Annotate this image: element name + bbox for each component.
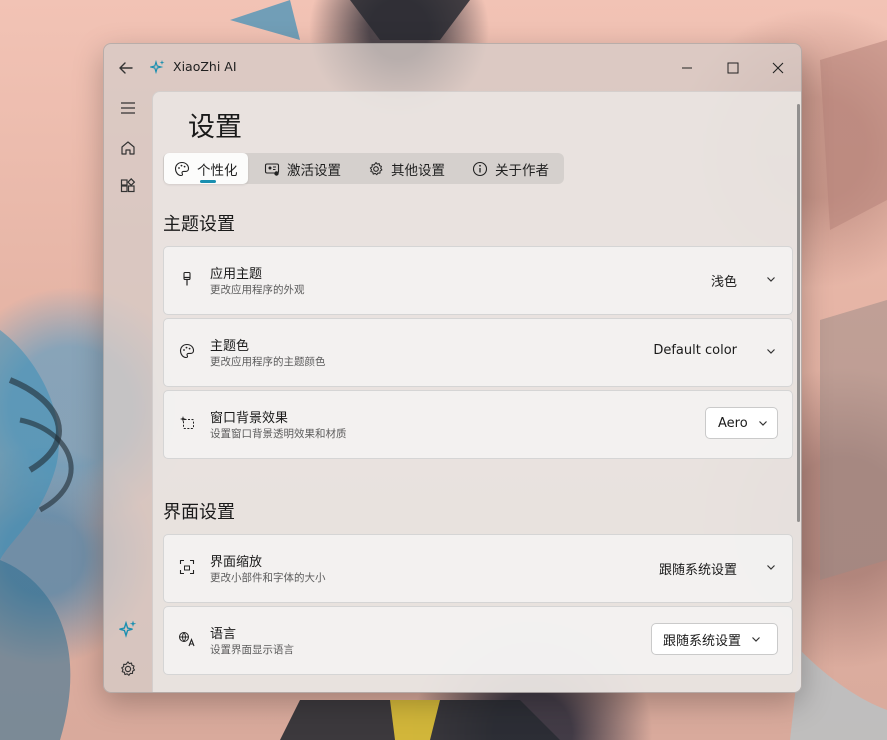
setting-title: 主题色 xyxy=(210,339,250,354)
ui-section-title: 界面设置 xyxy=(163,502,235,523)
home-icon xyxy=(121,141,135,155)
back-button[interactable] xyxy=(116,58,136,78)
theme-section-title: 主题设置 xyxy=(163,214,235,235)
tab-personalization[interactable]: 个性化 xyxy=(164,153,248,184)
hamburger-menu-icon xyxy=(121,102,135,114)
chevron-down-icon xyxy=(758,421,767,426)
chevron-down-icon xyxy=(767,565,775,570)
palette-icon xyxy=(173,160,191,178)
app-window: XiaoZhi AI 设置 个性化 激活设置 其他设置 关于作者 主题设置 应用… xyxy=(103,43,802,693)
language-setting: 语言 设置界面显示语言 跟随系统设置 xyxy=(163,606,793,675)
title-bar: XiaoZhi AI xyxy=(104,44,801,90)
tab-selected-indicator xyxy=(200,180,216,183)
tab-other-settings[interactable]: 其他设置 xyxy=(367,153,445,184)
window-background-effect-setting: 窗口背景效果 设置窗口背景透明效果和材质 Aero xyxy=(163,390,793,459)
background-effect-icon xyxy=(178,414,196,432)
navigation-pane xyxy=(104,90,152,690)
background-effect-dropdown[interactable]: Aero xyxy=(705,407,778,439)
minimize-button[interactable] xyxy=(664,52,710,84)
setting-description: 更改应用程序的外观 xyxy=(210,284,305,296)
nav-item-home[interactable] xyxy=(113,133,143,163)
arrow-left-icon xyxy=(119,62,133,74)
tab-about-author[interactable]: 关于作者 xyxy=(471,153,549,184)
setting-description: 更改应用程序的主题颜色 xyxy=(210,356,326,368)
setting-description: 设置窗口背景透明效果和材质 xyxy=(210,428,347,440)
nav-item-ai[interactable] xyxy=(113,614,143,644)
theme-color-setting[interactable]: 主题色 更改应用程序的主题颜色 Default color xyxy=(163,318,793,387)
settings-page: 设置 个性化 激活设置 其他设置 关于作者 主题设置 应用主题 更改应用程序的外… xyxy=(152,91,801,692)
maximize-icon xyxy=(727,62,739,74)
language-dropdown[interactable]: 跟随系统设置 xyxy=(651,623,778,655)
tab-label: 其他设置 xyxy=(391,162,445,179)
language-icon xyxy=(178,630,196,648)
settings-tab-bar: 个性化 激活设置 其他设置 关于作者 xyxy=(163,153,564,184)
chevron-down-icon xyxy=(767,277,775,282)
brush-icon xyxy=(178,270,196,288)
minimize-icon xyxy=(682,67,692,69)
app-theme-setting[interactable]: 应用主题 更改应用程序的外观 浅色 xyxy=(163,246,793,315)
setting-title: 语言 xyxy=(210,627,237,642)
ui-scale-setting[interactable]: 界面缩放 更改小部件和字体的大小 跟随系统设置 xyxy=(163,534,793,603)
gear-icon xyxy=(367,160,385,178)
tab-label: 个性化 xyxy=(197,162,238,179)
dropdown-value: 跟随系统设置 xyxy=(663,633,742,649)
sparkle-icon xyxy=(148,59,166,75)
apps-grid-icon xyxy=(120,178,136,193)
settings-gear-icon xyxy=(121,661,136,676)
palette-icon xyxy=(178,342,196,360)
tab-label: 激活设置 xyxy=(287,162,341,179)
ui-scale-value: 跟随系统设置 xyxy=(658,563,737,578)
tab-activation[interactable]: 激活设置 xyxy=(263,153,341,184)
tab-label: 关于作者 xyxy=(495,162,549,179)
chevron-down-icon xyxy=(752,637,760,642)
chevron-down-icon xyxy=(767,349,775,354)
nav-menu-toggle[interactable] xyxy=(113,93,143,123)
setting-title: 应用主题 xyxy=(210,267,263,282)
sparkle-icon xyxy=(119,620,137,638)
info-icon xyxy=(471,160,489,178)
setting-title: 界面缩放 xyxy=(210,555,263,570)
maximize-button[interactable] xyxy=(710,52,756,84)
setting-description: 更改小部件和字体的大小 xyxy=(210,572,326,584)
dropdown-value: Aero xyxy=(718,415,748,431)
vertical-scrollbar[interactable] xyxy=(797,104,800,522)
setting-description: 设置界面显示语言 xyxy=(210,644,294,656)
app-title: XiaoZhi AI xyxy=(173,59,237,74)
activation-icon xyxy=(263,160,281,178)
nav-item-settings[interactable] xyxy=(113,654,143,684)
setting-title: 窗口背景效果 xyxy=(210,411,289,426)
app-theme-value: 浅色 xyxy=(710,275,737,290)
close-button[interactable] xyxy=(755,52,801,84)
nav-item-apps[interactable] xyxy=(113,172,143,202)
scale-icon xyxy=(178,558,196,576)
close-icon xyxy=(772,62,784,74)
page-title: 设置 xyxy=(188,112,242,143)
theme-color-value: Default color xyxy=(653,343,737,358)
